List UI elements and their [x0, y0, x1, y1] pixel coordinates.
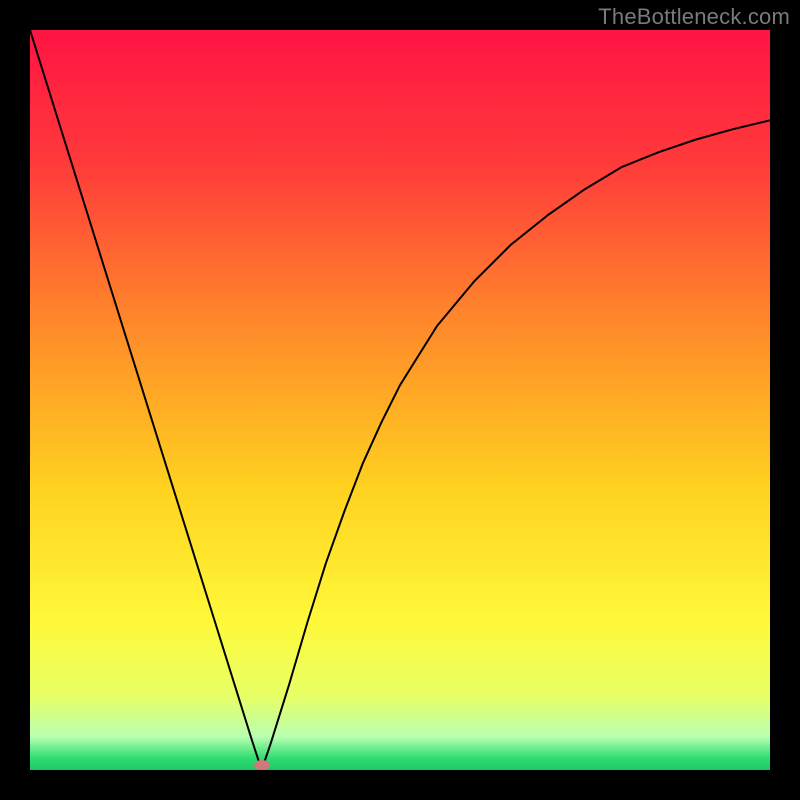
watermark-label: TheBottleneck.com: [598, 4, 790, 30]
bottleneck-curve: [30, 30, 770, 770]
plot-area: [30, 30, 770, 770]
chart-frame: TheBottleneck.com: [0, 0, 800, 800]
minimum-marker: [254, 760, 270, 770]
